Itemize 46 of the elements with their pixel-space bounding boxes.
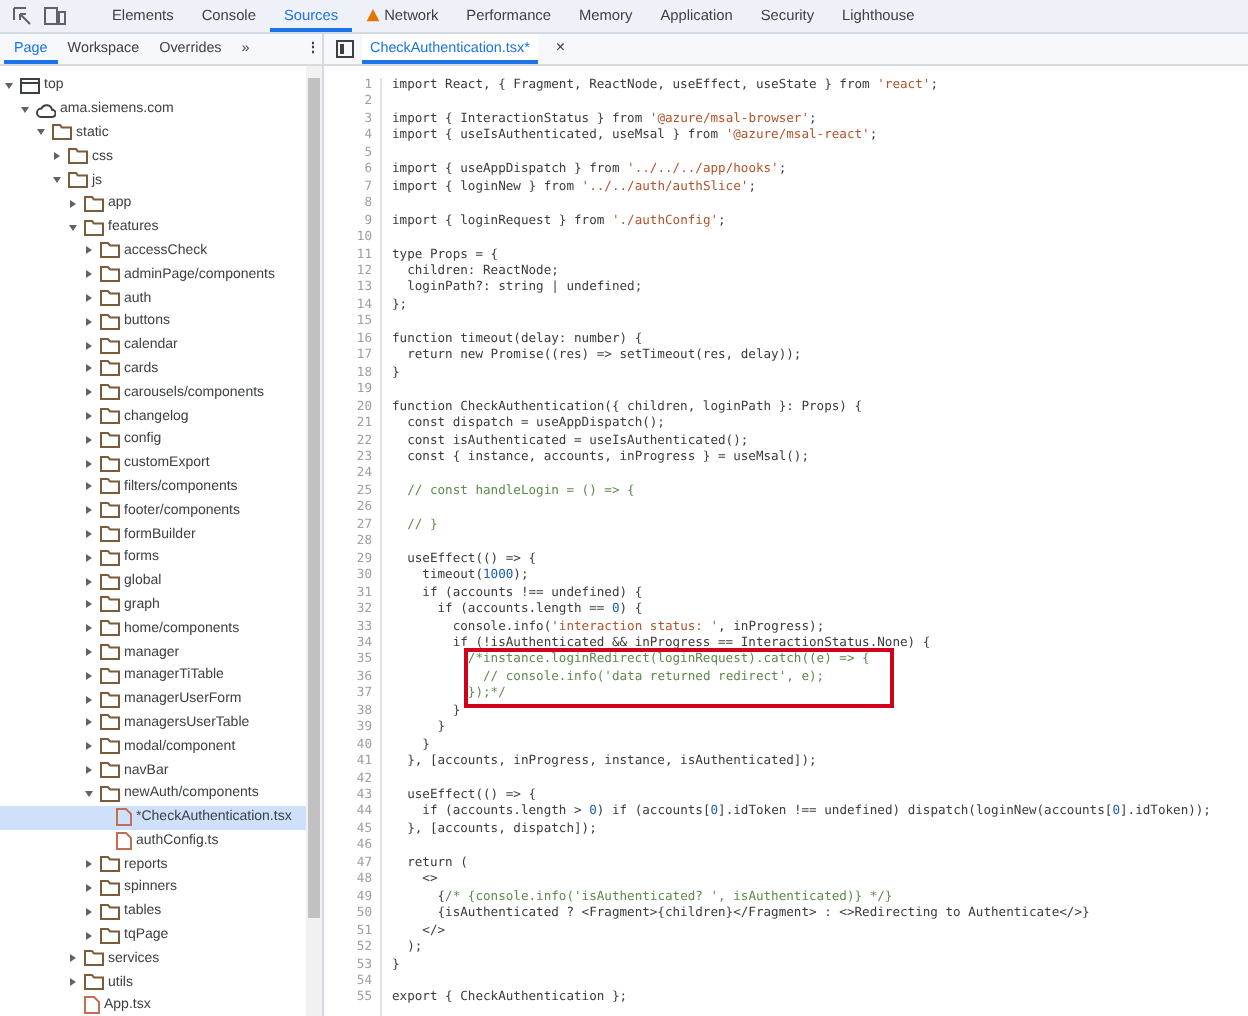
expand-arrow-icon[interactable] xyxy=(86,435,92,444)
expand-arrow-icon[interactable] xyxy=(86,671,92,680)
expand-arrow-icon[interactable] xyxy=(21,106,29,113)
expand-arrow-icon[interactable] xyxy=(70,199,76,208)
expand-arrow-icon[interactable] xyxy=(86,931,92,940)
expand-arrow-icon[interactable] xyxy=(70,954,76,963)
expand-arrow-icon[interactable] xyxy=(86,388,92,397)
cloud-icon xyxy=(36,101,56,118)
expand-arrow-icon[interactable] xyxy=(86,742,92,751)
expand-arrow-icon[interactable] xyxy=(86,482,92,491)
expand-arrow-icon[interactable] xyxy=(69,224,77,231)
inspect-icon[interactable] xyxy=(12,6,32,26)
close-button[interactable]: × xyxy=(545,34,576,64)
expand-arrow-icon[interactable] xyxy=(86,577,92,586)
expand-arrow-icon[interactable] xyxy=(86,624,92,633)
expand-arrow-icon[interactable] xyxy=(86,883,92,892)
scrollbar[interactable] xyxy=(306,66,322,1016)
expand-arrow-icon[interactable] xyxy=(86,294,92,303)
expand-arrow-icon[interactable] xyxy=(86,553,92,562)
expand-arrow-icon[interactable] xyxy=(5,82,13,89)
expand-arrow-icon[interactable] xyxy=(86,648,92,657)
expand-arrow-icon[interactable] xyxy=(86,860,92,869)
frame-icon xyxy=(20,77,40,94)
expand-arrow-icon[interactable] xyxy=(86,718,92,727)
file-icon xyxy=(84,996,100,1015)
expand-arrow-icon[interactable] xyxy=(85,790,93,797)
expand-arrow-icon[interactable] xyxy=(86,341,92,350)
device-toolbar-icon[interactable] xyxy=(44,6,66,26)
expand-arrow-icon[interactable] xyxy=(86,270,92,279)
expand-arrow-icon[interactable] xyxy=(86,907,92,916)
expand-arrow-icon[interactable] xyxy=(86,766,92,774)
scrollbar-thumb[interactable] xyxy=(308,78,320,918)
expand-arrow-icon[interactable] xyxy=(70,978,76,987)
expand-arrow-icon[interactable] xyxy=(86,530,92,539)
expand-arrow-icon[interactable] xyxy=(53,177,61,184)
expand-arrow-icon[interactable] xyxy=(86,600,92,609)
expand-arrow-icon[interactable] xyxy=(86,317,92,326)
expand-arrow-icon[interactable] xyxy=(54,152,60,161)
expand-arrow-icon[interactable] xyxy=(37,129,45,136)
expand-arrow-icon[interactable] xyxy=(86,695,92,704)
expand-arrow-icon[interactable] xyxy=(86,459,92,468)
expand-arrow-icon[interactable] xyxy=(86,506,92,515)
sidebar-toggle-icon[interactable] xyxy=(336,40,354,58)
expand-arrow-icon[interactable] xyxy=(86,246,92,255)
expand-arrow-icon[interactable] xyxy=(86,412,92,421)
expand-arrow-icon[interactable] xyxy=(86,364,92,373)
